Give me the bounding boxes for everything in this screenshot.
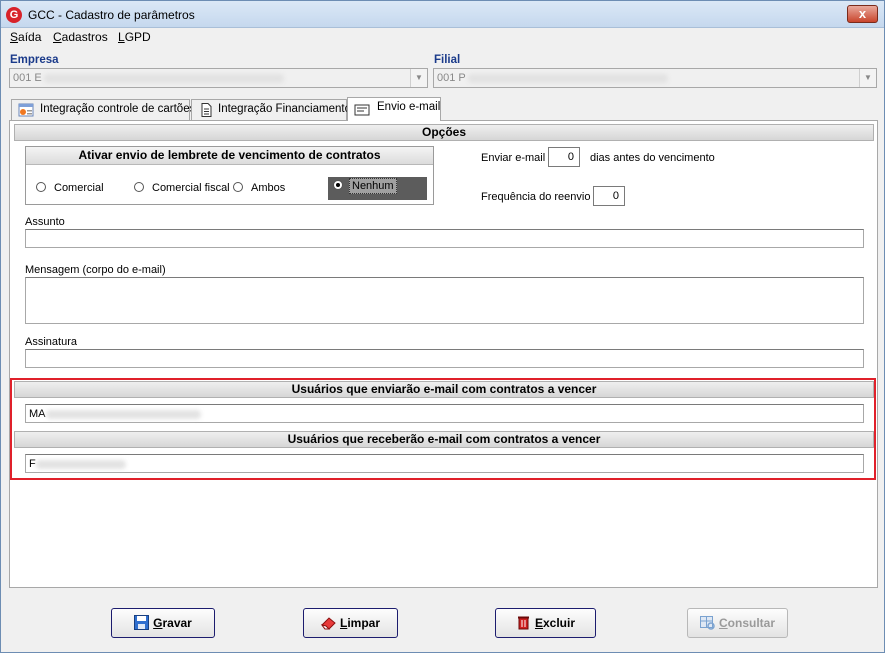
assunto-label: Assunto — [25, 216, 65, 228]
tab-integracao-financiamento[interactable]: Integração Financiamento — [191, 99, 351, 120]
consultar-label: onsultar — [727, 616, 775, 630]
gcc-logo-icon: G — [6, 7, 22, 23]
tab-integracao-financiamento-label: Integração Financiamento — [218, 103, 351, 115]
gravar-label: ravar — [162, 616, 192, 630]
tab-integracao-cartoes-label: Integração controle de cartões — [40, 103, 196, 115]
radio-ambos-label: Ambos — [251, 182, 286, 194]
senders-redacted — [45, 409, 201, 419]
filial-value: 001 P — [437, 72, 466, 84]
limpar-label: impar — [347, 616, 381, 630]
frequencia-input[interactable]: 0 — [593, 186, 625, 206]
menu-saida-label: aída — [18, 30, 42, 44]
radio-comercial-fiscal-dot — [134, 182, 144, 192]
radio-nenhum-dot — [333, 180, 343, 190]
menu-lgpd[interactable]: LGPD — [118, 30, 151, 44]
filial-redacted — [467, 73, 668, 83]
consultar-mnemonic: C — [718, 616, 728, 630]
radio-nenhum[interactable]: Nenhum — [328, 177, 427, 200]
trash-icon — [517, 616, 529, 630]
save-icon — [134, 615, 150, 630]
assinatura-label: Assinatura — [25, 336, 77, 348]
card-control-icon — [18, 103, 34, 117]
radio-comercial-fiscal[interactable]: Comercial fiscal — [134, 182, 230, 194]
tab-integracao-cartoes[interactable]: Integração controle de cartões — [11, 99, 195, 120]
opcoes-header: Opções — [14, 124, 874, 141]
title-bar[interactable]: G GCC - Cadastro de parâmetros x — [1, 1, 884, 28]
receivers-redacted — [35, 459, 126, 469]
radio-comercial-fiscal-label: Comercial fiscal — [152, 182, 230, 194]
radio-nenhum-label: Nenhum — [349, 178, 397, 194]
gravar-button[interactable]: Gravar — [111, 608, 215, 638]
filial-label: Filial — [434, 54, 461, 66]
menu-cadastros-label: adastros — [61, 30, 108, 44]
frequencia-label: Frequência do reenvio — [481, 191, 591, 203]
empresa-value: 001 E — [13, 72, 42, 84]
dias-antes-label: dias antes do vencimento — [590, 152, 715, 164]
consultar-button[interactable]: Consultar — [687, 608, 788, 638]
empresa-combo[interactable]: 001 E ▼ — [9, 68, 428, 88]
menu-cadastros[interactable]: Cadastros — [53, 30, 108, 44]
radio-comercial-label: Comercial — [54, 182, 104, 194]
window-title: GCC - Cadastro de parâmetros — [28, 8, 195, 22]
mensagem-textarea[interactable] — [25, 277, 864, 324]
excluir-label: xcluir — [543, 616, 576, 630]
receivers-header: Usuários que receberão e-mail com contra… — [14, 431, 874, 448]
radio-ambos[interactable]: Ambos — [233, 182, 285, 194]
excluir-mnemonic: E — [534, 616, 543, 630]
mensagem-label: Mensagem (corpo do e-mail) — [25, 264, 166, 276]
menu-cadastros-mnemonic: C — [53, 30, 62, 44]
lembrete-group-title: Ativar envio de lembrete de vencimento d… — [26, 147, 433, 165]
envelope-icon — [354, 104, 370, 116]
tab-envio-email[interactable]: Envio e-mail — [347, 97, 441, 121]
menu-lgpd-mnemonic: L — [118, 30, 125, 44]
close-button[interactable]: x — [847, 5, 878, 23]
assunto-input[interactable] — [25, 229, 864, 248]
empresa-label: Empresa — [10, 54, 59, 66]
menu-bar: Saída Cadastros LGPD — [1, 28, 884, 46]
radio-comercial-dot — [36, 182, 46, 192]
receivers-input[interactable]: F — [25, 454, 864, 473]
assinatura-input[interactable] — [25, 349, 864, 368]
menu-lgpd-label: GPD — [124, 30, 151, 44]
menu-saida-mnemonic: S — [10, 30, 19, 44]
excluir-button[interactable]: Excluir — [495, 608, 596, 638]
receivers-value-wrap: F — [29, 458, 126, 470]
receivers-value: F — [29, 458, 36, 470]
search-grid-icon — [699, 616, 715, 630]
eraser-icon — [320, 617, 336, 630]
enviar-email-days-input[interactable]: 0 — [548, 147, 580, 167]
senders-header: Usuários que enviarão e-mail com contrat… — [14, 381, 874, 398]
radio-ambos-dot — [233, 182, 243, 192]
tab-envio-email-label: Envio e-mail — [377, 101, 441, 113]
main-window: G GCC - Cadastro de parâmetros x Saída C… — [0, 0, 885, 653]
senders-input[interactable]: MA — [25, 404, 864, 423]
senders-value: MA — [29, 408, 46, 420]
filial-combo[interactable]: 001 P ▼ — [433, 68, 877, 88]
chevron-down-icon[interactable]: ▼ — [410, 69, 427, 87]
limpar-button[interactable]: Limpar — [303, 608, 398, 638]
senders-value-wrap: MA — [29, 408, 201, 420]
enviar-email-label: Enviar e-mail — [481, 152, 546, 164]
radio-comercial[interactable]: Comercial — [36, 182, 104, 194]
empresa-redacted — [43, 73, 284, 83]
document-icon — [201, 103, 212, 117]
menu-saida[interactable]: Saída — [10, 30, 41, 44]
chevron-down-icon[interactable]: ▼ — [859, 69, 876, 87]
